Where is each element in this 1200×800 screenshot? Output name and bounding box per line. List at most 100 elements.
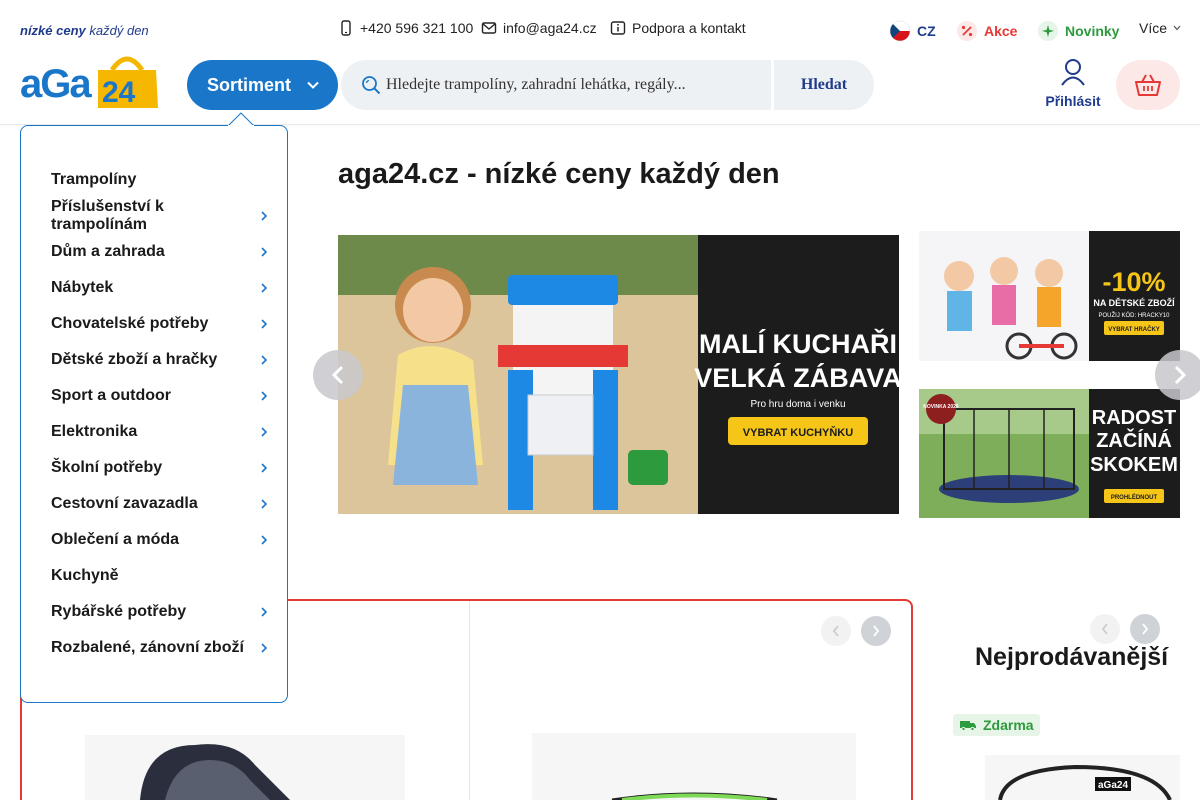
side-banner-toys[interactable]: -10% NA DĚTSKÉ ZBOŽÍ POUŽIJ KÓD: HRACKY1…	[919, 231, 1180, 361]
basket-icon	[1135, 74, 1161, 96]
sparkle-icon	[1038, 21, 1058, 41]
menu-item[interactable]: Oblečení a móda	[21, 522, 287, 558]
phone-icon	[341, 20, 351, 36]
percent-icon	[957, 21, 977, 41]
banner-subtitle: Pro hru doma i venku	[750, 399, 845, 410]
chevron-right-icon	[261, 211, 267, 221]
sortiment-button[interactable]: Sortiment	[187, 60, 338, 110]
language-switch[interactable]: CZ	[889, 20, 936, 42]
bestseller-next-button[interactable]	[1130, 614, 1160, 644]
czech-flag-icon	[889, 20, 911, 42]
page-title: aga24.cz - nízké ceny každý den	[338, 158, 780, 190]
menu-item-label: Sport a outdoor	[51, 387, 171, 404]
menu-item[interactable]: Elektronika	[21, 414, 287, 450]
menu-item[interactable]: Sport a outdoor	[21, 378, 287, 414]
chevron-right-icon	[261, 499, 267, 509]
svg-text:aGa: aGa	[20, 62, 92, 106]
menu-item[interactable]: Příslušenství k trampolínám	[21, 198, 287, 234]
more-menu[interactable]: Více	[1139, 20, 1181, 36]
chevron-left-icon	[832, 625, 839, 637]
chevron-right-icon	[261, 355, 267, 365]
side1-discount: -10%	[1102, 267, 1165, 297]
side2-line1: RADOST	[1092, 407, 1176, 429]
chevron-right-icon	[261, 247, 267, 257]
chevron-right-icon	[261, 319, 267, 329]
menu-item-label: Trampolíny	[51, 171, 137, 188]
menu-item[interactable]: Dětské zboží a hračky	[21, 342, 287, 378]
chevron-left-icon	[1101, 623, 1108, 635]
banner-heading-2: VELKÁ ZÁBAVA	[694, 362, 899, 393]
chevron-down-icon	[1173, 25, 1181, 31]
top-bar: nízké ceny každý den +420 596 321 100 in…	[0, 0, 1200, 58]
chevron-down-icon	[307, 81, 319, 89]
menu-item-label: Dům a zahrada	[51, 243, 165, 260]
chevron-right-icon	[261, 643, 267, 653]
side2-line3: SKOKEM	[1090, 454, 1178, 476]
menu-item[interactable]: Cestovní zavazadla	[21, 486, 287, 522]
side1-cta[interactable]: VYBRAT HRAČKY	[1108, 326, 1160, 333]
product-image-bestseller[interactable]: aGa24	[985, 755, 1180, 800]
tagline: nízké ceny každý den	[20, 23, 149, 38]
side2-tag: NOVINKA 2026	[923, 404, 959, 410]
mail-icon	[481, 22, 497, 34]
user-icon	[1061, 59, 1085, 86]
login-button[interactable]: Přihlásit	[1040, 58, 1106, 109]
novinky-link[interactable]: Novinky	[1037, 20, 1119, 42]
product-image-car-seat[interactable]	[85, 735, 405, 800]
site-logo[interactable]: aGa 24	[20, 50, 158, 110]
menu-item[interactable]: Rozbalené, zánovní zboží	[21, 630, 287, 666]
carousel-next-button[interactable]	[1155, 350, 1200, 400]
chevron-right-icon	[261, 607, 267, 617]
side2-cta[interactable]: PROHLÉDNOUT	[1111, 493, 1158, 501]
promo-next-button[interactable]	[861, 616, 891, 646]
bestsellers-title: Nejprodávanější	[975, 643, 1169, 671]
chevron-right-icon	[873, 625, 880, 637]
carousel-prev-button[interactable]	[313, 350, 363, 400]
svg-text:24: 24	[102, 76, 136, 109]
menu-item[interactable]: Školní potřeby	[21, 450, 287, 486]
side2-line2: ZAČÍNÁ	[1096, 428, 1172, 452]
product-image-trampoline[interactable]	[532, 733, 856, 800]
menu-item-label: Elektronika	[51, 423, 138, 440]
side1-code: POUŽIJ KÓD: HRACKY10	[1098, 311, 1170, 319]
bestseller-prev-button[interactable]	[1090, 614, 1120, 644]
menu-pointer	[228, 112, 254, 126]
banner-cta[interactable]: VYBRAT KUCHYŇKU	[743, 426, 853, 439]
side1-subtitle: NA DĚTSKÉ ZBOŽÍ	[1093, 297, 1175, 308]
menu-item-label: Nábytek	[51, 279, 114, 296]
category-menu: Trampolíny Příslušenství k trampolínám Dům…	[20, 125, 288, 703]
search-input[interactable]	[386, 60, 766, 110]
menu-item-label: Příslušenství k trampolínám	[51, 198, 164, 233]
chevron-right-icon	[261, 283, 267, 293]
menu-item[interactable]: Chovatelské potřeby	[21, 306, 287, 342]
menu-item[interactable]: Kuchyně	[21, 558, 287, 594]
menu-item-label: Školní potřeby	[51, 459, 163, 476]
main-banner[interactable]: MALÍ KUCHAŘI VELKÁ ZÁBAVA Pro hru doma i…	[338, 235, 899, 514]
menu-item[interactable]: Rybářské potřeby	[21, 594, 287, 630]
menu-item-label: Cestovní zavazadla	[51, 495, 198, 512]
promo-prev-button[interactable]	[821, 616, 851, 646]
search-bar: Hledat	[341, 60, 874, 110]
phone-link[interactable]: +420 596 321 100	[338, 20, 473, 36]
product-brand-mark: aGa24	[1098, 780, 1128, 791]
menu-item[interactable]: Trampolíny	[21, 162, 287, 198]
truck-icon	[960, 721, 976, 731]
menu-item[interactable]: Dům a zahrada	[21, 234, 287, 270]
promo-divider	[469, 601, 470, 800]
support-link[interactable]: Podpora a kontakt	[610, 20, 746, 36]
banner-heading-1: MALÍ KUCHAŘI	[699, 328, 897, 359]
chevron-right-icon	[261, 535, 267, 545]
search-icon	[362, 76, 381, 95]
menu-item-label: Rybářské potřeby	[51, 603, 187, 620]
chevron-right-icon	[261, 463, 267, 473]
akce-link[interactable]: Akce	[956, 20, 1017, 42]
chevron-right-icon	[1142, 623, 1149, 635]
menu-item[interactable]: Nábytek	[21, 270, 287, 306]
chevron-right-icon	[1174, 365, 1187, 385]
menu-item-label: Kuchyně	[51, 567, 119, 584]
side-banner-trampoline[interactable]: NOVINKA 2026 RADOST ZAČÍNÁ SKOKEM PROHLÉ…	[919, 389, 1180, 518]
search-button[interactable]: Hledat	[774, 60, 874, 110]
email-link[interactable]: info@aga24.cz	[481, 20, 597, 36]
free-shipping-badge: Zdarma	[953, 714, 1040, 736]
cart-button[interactable]	[1116, 60, 1180, 110]
